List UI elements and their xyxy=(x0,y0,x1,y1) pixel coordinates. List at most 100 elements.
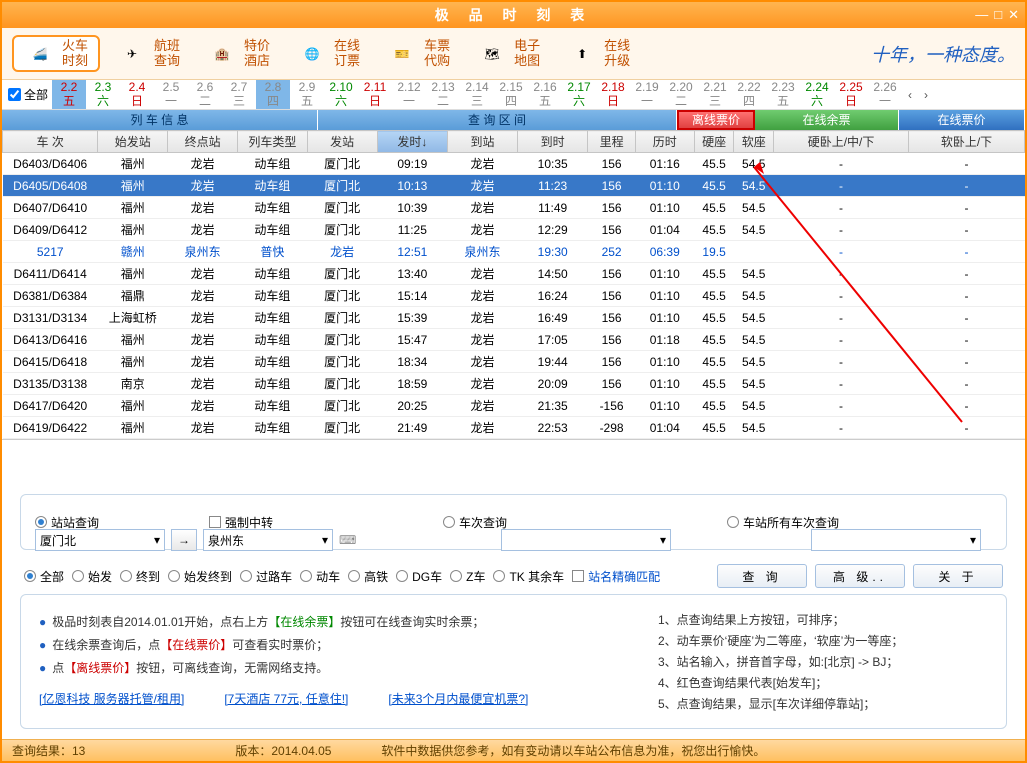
dropdown-icon[interactable]: ▾ xyxy=(660,533,666,547)
date-2.17[interactable]: 2.17六 xyxy=(562,80,596,108)
col-header-13[interactable]: 软卧上/下 xyxy=(909,131,1025,153)
date-2.26[interactable]: 2.26一 xyxy=(868,80,902,108)
date-2.4[interactable]: 2.4日 xyxy=(120,80,154,108)
date-2.16[interactable]: 2.16五 xyxy=(528,80,562,108)
link-flight[interactable]: [未来3个月内最便宜机票?] xyxy=(388,690,528,707)
link-server[interactable]: [亿恩科技 服务器托管/租用] xyxy=(39,690,184,707)
date-next-icon[interactable]: › xyxy=(918,88,934,102)
table-row[interactable]: D3131/D3134上海虹桥龙岩动车组厦门北15:39龙岩16:4915601… xyxy=(3,307,1025,329)
table-row[interactable]: D6413/D6416福州龙岩动车组厦门北15:47龙岩17:0515601:1… xyxy=(3,329,1025,351)
col-header-12[interactable]: 硬卧上/中/下 xyxy=(774,131,909,153)
date-2.7[interactable]: 2.7三 xyxy=(222,80,256,108)
minimize-icon[interactable]: — xyxy=(975,7,988,23)
toolbar-upgrade[interactable]: ⬆在线升级 xyxy=(556,37,640,70)
col-header-9[interactable]: 历时 xyxy=(635,131,694,153)
toolbar-ticket[interactable]: 🎫车票代购 xyxy=(376,37,460,70)
col-header-8[interactable]: 里程 xyxy=(588,131,635,153)
dropdown-icon[interactable]: ▾ xyxy=(322,533,328,547)
col-header-4[interactable]: 发站 xyxy=(307,131,377,153)
date-2.11[interactable]: 2.11日 xyxy=(358,80,392,108)
station-query-radio[interactable]: 站站查询 xyxy=(35,514,99,531)
filter-tk[interactable]: TK 其余车 xyxy=(493,568,564,585)
dropdown-icon[interactable]: ▾ xyxy=(154,533,160,547)
station-name-input[interactable]: ▾ xyxy=(811,529,981,551)
date-2.5[interactable]: 2.5一 xyxy=(154,80,188,108)
table-row[interactable]: D6403/D6406福州龙岩动车组厦门北09:19龙岩10:3515601:1… xyxy=(3,153,1025,175)
col-header-3[interactable]: 列车类型 xyxy=(237,131,307,153)
col-header-11[interactable]: 软座 xyxy=(734,131,774,153)
toolbar-hotel[interactable]: 🏨特价酒店 xyxy=(196,37,280,70)
toolbar-globe[interactable]: 🌐在线订票 xyxy=(286,37,370,70)
toolbar-train[interactable]: 🚄火车时刻 xyxy=(12,35,100,72)
date-2.6[interactable]: 2.6二 xyxy=(188,80,222,108)
col-header-2[interactable]: 终点站 xyxy=(168,131,238,153)
col-header-10[interactable]: 硬座 xyxy=(694,131,734,153)
maximize-icon[interactable]: □ xyxy=(994,7,1002,23)
filter-pass[interactable]: 过路车 xyxy=(240,568,292,585)
all-dates-checkbox[interactable]: 全部 xyxy=(8,86,48,103)
date-2.20[interactable]: 2.20二 xyxy=(664,80,698,108)
date-2.13[interactable]: 2.13二 xyxy=(426,80,460,108)
filter-z[interactable]: Z车 xyxy=(450,568,485,585)
filter-g[interactable]: 高铁 xyxy=(348,568,388,585)
date-2.8[interactable]: 2.8四 xyxy=(256,80,290,108)
toolbar-map[interactable]: 🗺电子地图 xyxy=(466,37,550,70)
col-header-7[interactable]: 到时 xyxy=(517,131,588,153)
col-header-5[interactable]: 发时↓ xyxy=(377,131,448,153)
filter-all[interactable]: 全部 xyxy=(24,568,64,585)
date-2.15[interactable]: 2.15四 xyxy=(494,80,528,108)
from-station-input[interactable]: 厦门北▾ xyxy=(35,529,165,551)
table-row[interactable]: D6415/D6418福州龙岩动车组厦门北18:34龙岩19:4415601:1… xyxy=(3,351,1025,373)
date-2.12[interactable]: 2.12一 xyxy=(392,80,426,108)
date-2.14[interactable]: 2.14三 xyxy=(460,80,494,108)
date-2.23[interactable]: 2.23五 xyxy=(766,80,800,108)
date-2.3[interactable]: 2.3六 xyxy=(86,80,120,108)
online-remain-button[interactable]: 在线余票 xyxy=(755,110,899,130)
table-row[interactable]: D3135/D3138南京龙岩动车组厦门北18:59龙岩20:0915601:1… xyxy=(3,373,1025,395)
query-button[interactable]: 查 询 xyxy=(717,564,807,588)
offline-price-button[interactable]: 离线票价 xyxy=(677,110,755,130)
date-2.21[interactable]: 2.21三 xyxy=(698,80,732,108)
table-row[interactable]: D6411/D6414福州龙岩动车组厦门北13:40龙岩14:5015601:1… xyxy=(3,263,1025,285)
date-2.25[interactable]: 2.25日 xyxy=(834,80,868,108)
keyboard-icon[interactable]: ⌨ xyxy=(339,533,356,547)
table-row[interactable]: D6419/D6422福州龙岩动车组厦门北21:49龙岩22:53-29801:… xyxy=(3,417,1025,439)
swap-button[interactable]: → xyxy=(171,529,197,551)
table-row[interactable]: D6409/D6412福州龙岩动车组厦门北11:25龙岩12:2915601:0… xyxy=(3,219,1025,241)
results-table-wrap[interactable]: 车 次始发站终点站列车类型发站发时↓到站到时里程历时硬座软座硬卧上/中/下软卧上… xyxy=(2,130,1025,440)
table-row[interactable]: D6407/D6410福州龙岩动车组厦门北10:39龙岩11:4915601:1… xyxy=(3,197,1025,219)
table-row[interactable]: D6417/D6420福州龙岩动车组厦门北20:25龙岩21:35-15601:… xyxy=(3,395,1025,417)
date-2.18[interactable]: 2.18日 xyxy=(596,80,630,108)
table-row[interactable]: 5217赣州泉州东普快龙岩12:51泉州东19:3025206:3919.5-- xyxy=(3,241,1025,263)
filter-end[interactable]: 终到 xyxy=(120,568,160,585)
col-header-6[interactable]: 到站 xyxy=(448,131,518,153)
date-2.10[interactable]: 2.10六 xyxy=(324,80,358,108)
train-number-input[interactable]: ▾ xyxy=(501,529,671,551)
date-prev-icon[interactable]: ‹ xyxy=(902,88,918,102)
train-query-radio[interactable]: 车次查询 xyxy=(443,514,507,531)
filter-d[interactable]: 动车 xyxy=(300,568,340,585)
date-2.9[interactable]: 2.9五 xyxy=(290,80,324,108)
toolbar-plane[interactable]: ✈航班查询 xyxy=(106,37,190,70)
advanced-button[interactable]: 高 级.. xyxy=(815,564,905,588)
col-header-1[interactable]: 始发站 xyxy=(98,131,168,153)
station-all-radio[interactable]: 车站所有车次查询 xyxy=(727,514,839,531)
table-row[interactable]: D6381/D6384福鼎龙岩动车组厦门北15:14龙岩16:2415601:1… xyxy=(3,285,1025,307)
table-row[interactable]: D6405/D6408福州龙岩动车组厦门北10:13龙岩11:2315601:1… xyxy=(3,175,1025,197)
to-station-input[interactable]: 泉州东▾ xyxy=(203,529,333,551)
date-2.19[interactable]: 2.19一 xyxy=(630,80,664,108)
close-icon[interactable]: ✕ xyxy=(1008,7,1019,23)
col-header-0[interactable]: 车 次 xyxy=(3,131,98,153)
filter-start[interactable]: 始发 xyxy=(72,568,112,585)
force-transfer-checkbox[interactable]: 强制中转 xyxy=(209,514,273,531)
about-button[interactable]: 关 于 xyxy=(913,564,1003,588)
date-2.2[interactable]: 2.2五 xyxy=(52,80,86,108)
filter-dg[interactable]: DG车 xyxy=(396,568,442,585)
filter-startend[interactable]: 始发终到 xyxy=(168,568,232,585)
date-2.22[interactable]: 2.22四 xyxy=(732,80,766,108)
dropdown-icon[interactable]: ▾ xyxy=(970,533,976,547)
link-hotel[interactable]: [7天酒店 77元, 任意住!] xyxy=(224,690,348,707)
date-2.24[interactable]: 2.24六 xyxy=(800,80,834,108)
exact-match-checkbox[interactable]: 站名精确匹配 xyxy=(572,568,660,585)
online-price-button[interactable]: 在线票价 xyxy=(899,110,1025,130)
